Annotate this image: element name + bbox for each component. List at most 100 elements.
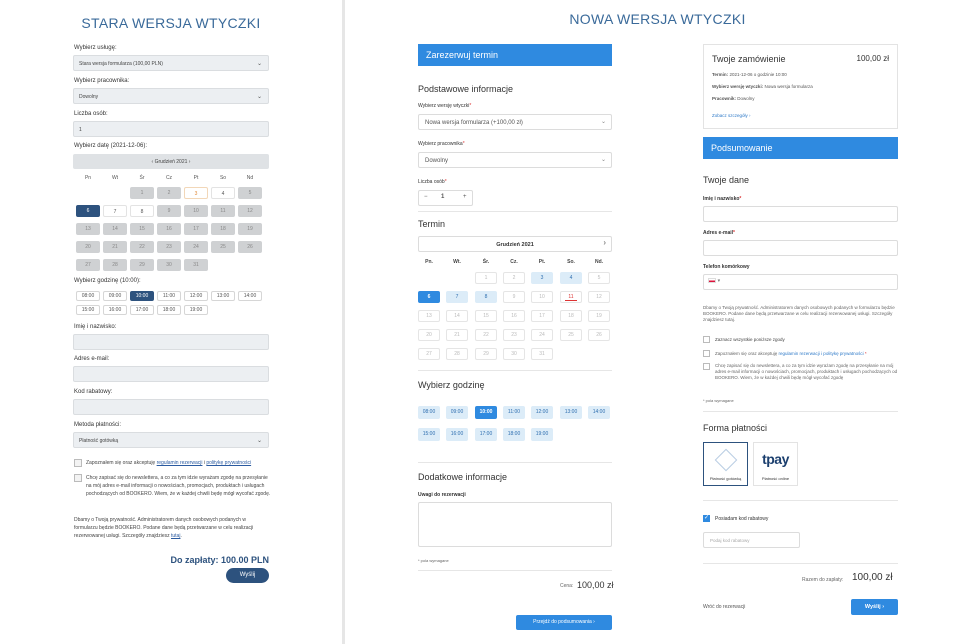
time-slot[interactable]: 08:00 xyxy=(76,291,100,301)
calendar-day[interactable]: 8 xyxy=(130,205,154,217)
old-service-select[interactable]: Stara wersja formularza (100,00 PLN) ⌄ xyxy=(73,55,269,71)
time-slot[interactable]: 15:00 xyxy=(418,428,440,441)
time-slot[interactable]: 09:00 xyxy=(103,291,127,301)
time-slot[interactable]: 18:00 xyxy=(503,428,525,441)
have-code-text: Posiadam kod rabatowy xyxy=(715,516,769,522)
calendar-day[interactable]: 3 xyxy=(531,272,553,284)
chevron-down-icon: ⌄ xyxy=(256,61,262,67)
phone-label: Telefon komórkowy xyxy=(703,264,750,270)
email-label: Adres e-mail* xyxy=(703,230,735,236)
phone-input[interactable]: ▾ xyxy=(703,274,898,290)
old-staff-select[interactable]: Dowolny ⌄ xyxy=(73,88,269,104)
privacy-policy-link[interactable]: politykę prywatności xyxy=(206,460,251,466)
old-submit-button[interactable]: Wyślij xyxy=(226,568,269,583)
calendar-day[interactable]: 6 xyxy=(76,205,100,217)
old-name-input[interactable] xyxy=(73,334,269,350)
pay-online-label: Płatność online xyxy=(761,476,790,481)
old-newsletter-checkbox[interactable] xyxy=(74,474,82,482)
calendar-day[interactable]: 3 xyxy=(184,187,208,199)
calendar-day[interactable]: 8 xyxy=(475,291,497,303)
calendar-day: 13 xyxy=(76,223,100,235)
calendar-day[interactable]: 7 xyxy=(446,291,468,303)
version-select[interactable]: Nowa wersja formularza (+100,00 zł) ⌄ xyxy=(418,114,612,130)
country-dropdown-icon[interactable]: ▾ xyxy=(718,278,721,284)
time-slot[interactable]: 11:00 xyxy=(503,406,525,419)
calendar-day[interactable]: 10 xyxy=(531,291,553,303)
calendar-day: 26 xyxy=(238,241,262,253)
time-slot[interactable]: 13:00 xyxy=(211,291,235,301)
time-slot[interactable]: 08:00 xyxy=(418,406,440,419)
email-input[interactable] xyxy=(703,240,898,256)
time-slot[interactable]: 15:00 xyxy=(76,305,100,315)
terms-checkbox[interactable] xyxy=(703,350,710,357)
discount-code-input[interactable]: Podaj kod rabatowy xyxy=(703,532,800,548)
pay-online-option[interactable]: tpay Płatność online xyxy=(753,442,798,486)
privacy-here-link[interactable]: tutaj xyxy=(171,533,180,539)
time-slot[interactable]: 11:00 xyxy=(157,291,181,301)
calendar-day[interactable]: 9 xyxy=(503,291,525,303)
next-month-button[interactable]: › xyxy=(189,159,191,165)
send-button[interactable]: Wyślij › xyxy=(851,599,898,615)
time-slot[interactable]: 09:00 xyxy=(446,406,468,419)
terms-link[interactable]: regulamin rezerwacji xyxy=(157,460,203,466)
old-code-input[interactable] xyxy=(73,399,269,415)
old-name-label: Imię i nazwisko: xyxy=(74,324,117,330)
time-slot[interactable]: 10:00 xyxy=(475,406,497,419)
time-slot[interactable]: 10:00 xyxy=(130,291,154,301)
time-slot[interactable]: 17:00 xyxy=(130,305,154,315)
go-to-summary-button[interactable]: Przejdź do podsumowania › xyxy=(516,615,612,630)
calendar-day[interactable]: 11 xyxy=(560,291,582,303)
time-slot[interactable]: 17:00 xyxy=(475,428,497,441)
calendar-day[interactable]: 7 xyxy=(103,205,127,217)
calendar-day[interactable]: 5 xyxy=(588,272,610,284)
pay-cash-option[interactable]: Płatność gotówką xyxy=(703,442,748,486)
calendar-day: 11 xyxy=(211,205,235,217)
calendar-day: 28 xyxy=(103,259,127,271)
minus-button[interactable]: − xyxy=(424,194,428,200)
notes-textarea[interactable] xyxy=(418,502,612,547)
persons-stepper[interactable]: − 1 + xyxy=(418,190,473,206)
old-persons-label: Liczba osób: xyxy=(74,111,108,117)
next-month-button[interactable]: › xyxy=(603,238,606,247)
time-slot[interactable]: 16:00 xyxy=(446,428,468,441)
calendar-day: 30 xyxy=(503,348,525,360)
flag-pl-icon[interactable] xyxy=(708,278,716,283)
time-slot[interactable]: 13:00 xyxy=(560,406,582,419)
extra-info-heading: Dodatkowe informacje xyxy=(418,472,508,482)
calendar-day: 24 xyxy=(531,329,553,341)
time-slot[interactable]: 16:00 xyxy=(103,305,127,315)
old-title: STARA WERSJA WTYCZKI xyxy=(81,15,261,31)
old-terms-checkbox[interactable] xyxy=(74,459,82,467)
old-email-input[interactable] xyxy=(73,366,269,382)
time-slot[interactable]: 12:00 xyxy=(531,406,553,419)
calendar-day[interactable]: 5 xyxy=(238,187,262,199)
staff-label: Wybierz pracownika* xyxy=(418,141,465,147)
time-slot[interactable]: 19:00 xyxy=(184,305,208,315)
calendar-day[interactable]: 4 xyxy=(211,187,235,199)
time-slot[interactable]: 14:00 xyxy=(588,406,610,419)
calendar-day[interactable]: 6 xyxy=(418,291,440,303)
terms-link[interactable]: regulamin rezerwacji i politykę prywatno… xyxy=(779,351,864,356)
name-input[interactable] xyxy=(703,206,898,222)
old-pay-select[interactable]: Płatność gotówką ⌄ xyxy=(73,432,269,448)
back-link[interactable]: Wróć do rezerwacji xyxy=(703,604,745,610)
staff-select[interactable]: Dowolny ⌄ xyxy=(418,152,612,168)
time-slot[interactable]: 18:00 xyxy=(157,305,181,315)
calendar-day: 29 xyxy=(130,259,154,271)
time-slot[interactable]: 12:00 xyxy=(184,291,208,301)
have-code-checkbox[interactable] xyxy=(703,514,710,522)
plus-button[interactable]: + xyxy=(463,194,467,200)
prev-month-button[interactable]: ‹ xyxy=(152,159,154,165)
time-slot[interactable]: 14:00 xyxy=(238,291,262,301)
time-slot[interactable]: 19:00 xyxy=(531,428,553,441)
check-all-checkbox[interactable] xyxy=(703,336,710,343)
newsletter-checkbox[interactable] xyxy=(703,363,710,370)
calendar-day[interactable]: 4 xyxy=(560,272,582,284)
calendar-day: 10 xyxy=(184,205,208,217)
old-privacy-text: Dbamy o Twoją prywatność. Administratore… xyxy=(74,517,254,539)
order-details-link[interactable]: Zobacz szczegóły › xyxy=(712,113,751,118)
version-value: Nowa wersja formularza (+100,00 zł) xyxy=(425,120,523,126)
weekday-label: Cz. xyxy=(510,259,518,265)
order-price: 100,00 zł xyxy=(856,54,889,63)
old-persons-input[interactable]: 1 xyxy=(73,121,269,137)
